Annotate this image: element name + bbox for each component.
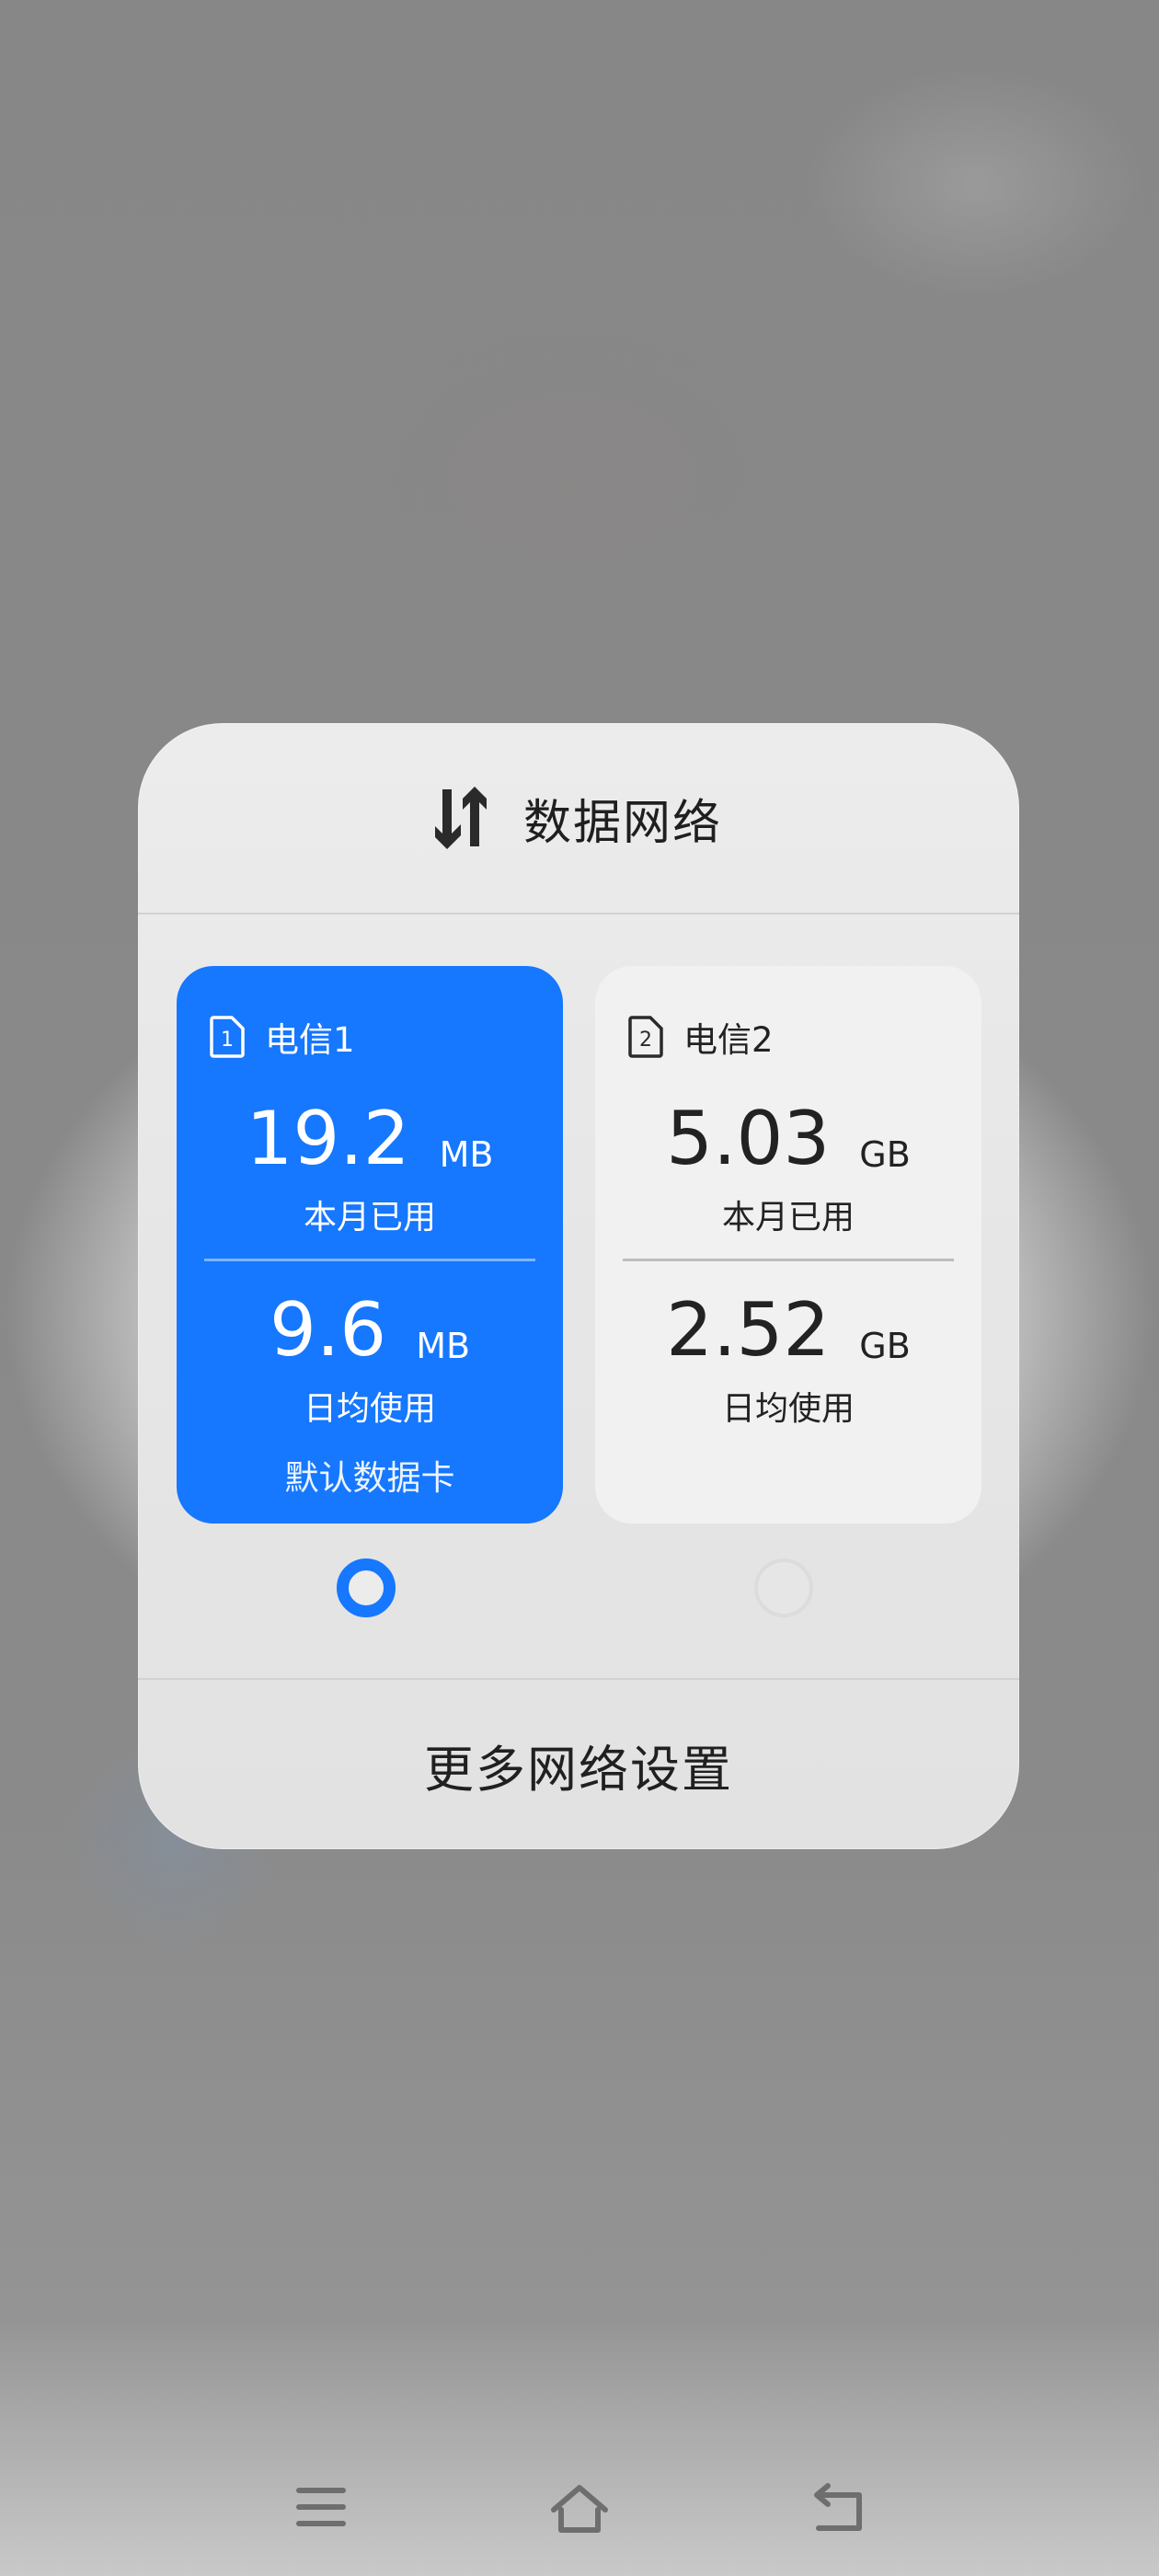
navigation-bar bbox=[0, 2429, 1159, 2576]
data-network-panel: 数据网络 1 电信1 19.2 MB 本月已用 9.6 MB 日均使用 默认数据… bbox=[138, 723, 1019, 1849]
sim-2-monthly-label: 本月已用 bbox=[721, 1199, 855, 1236]
sim-2-daily-usage: 2.52 GB 日均使用 bbox=[595, 1294, 981, 1430]
sim-1-monthly-usage: 19.2 MB 本月已用 bbox=[177, 1102, 563, 1238]
sim-card-1[interactable]: 1 电信1 19.2 MB 本月已用 9.6 MB 日均使用 默认数据卡 bbox=[177, 966, 563, 1524]
sim-2-name: 电信2 bbox=[683, 1020, 774, 1060]
home-icon[interactable] bbox=[546, 2482, 613, 2537]
svg-text:1: 1 bbox=[221, 1029, 234, 1052]
sim-1-daily-unit: MB bbox=[416, 1326, 471, 1366]
sim-2-radio[interactable] bbox=[754, 1558, 813, 1617]
sim-1-daily-value: 9.6 bbox=[269, 1287, 387, 1373]
sim-card-1-icon: 1 bbox=[210, 1016, 245, 1058]
sim-1-monthly-label: 本月已用 bbox=[303, 1199, 436, 1236]
sim-card-2-icon: 2 bbox=[628, 1016, 663, 1058]
sim-2-monthly-usage: 5.03 GB 本月已用 bbox=[595, 1102, 981, 1238]
sim-2-monthly-unit: GB bbox=[859, 1134, 911, 1175]
sim-1-monthly-unit: MB bbox=[439, 1134, 494, 1175]
sim-card-2[interactable]: 2 电信2 5.03 GB 本月已用 2.52 GB 日均使用 bbox=[595, 966, 981, 1524]
more-network-settings-label: 更多网络设置 bbox=[424, 1740, 733, 1799]
back-icon[interactable] bbox=[809, 2482, 868, 2536]
sim-2-monthly-value: 5.03 bbox=[666, 1096, 831, 1181]
panel-title: 数据网络 bbox=[522, 795, 722, 851]
sim-2-daily-unit: GB bbox=[859, 1326, 911, 1366]
sim-1-separator bbox=[204, 1259, 535, 1261]
data-arrows-icon bbox=[434, 787, 487, 849]
sim-1-radio-selected[interactable] bbox=[337, 1558, 396, 1617]
sim-1-monthly-value: 19.2 bbox=[246, 1096, 410, 1181]
sim-1-daily-usage: 9.6 MB 日均使用 bbox=[177, 1294, 563, 1430]
sim-2-separator bbox=[623, 1259, 954, 1261]
sim-2-daily-label: 日均使用 bbox=[721, 1390, 855, 1428]
sim-1-name: 电信1 bbox=[265, 1020, 355, 1060]
menu-icon[interactable] bbox=[293, 2482, 351, 2534]
more-network-settings-button[interactable]: 更多网络设置 bbox=[138, 1680, 1019, 1849]
svg-text:2: 2 bbox=[639, 1029, 652, 1052]
sim-2-daily-value: 2.52 bbox=[666, 1287, 831, 1373]
sim-1-daily-label: 日均使用 bbox=[303, 1390, 436, 1428]
header-divider bbox=[138, 913, 1019, 914]
default-data-card-label: 默认数据卡 bbox=[284, 1458, 455, 1498]
panel-header: 数据网络 bbox=[138, 723, 1019, 913]
